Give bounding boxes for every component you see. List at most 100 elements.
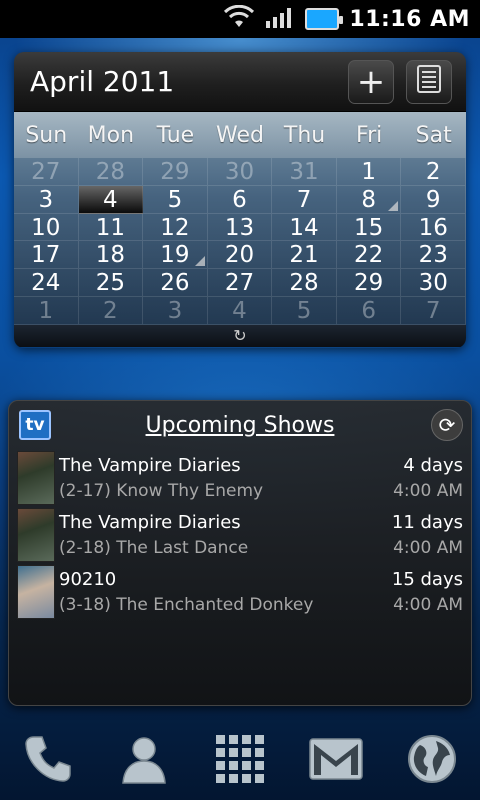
show-schedule: 11 days 4:00 AM xyxy=(392,512,463,558)
show-info: The Vampire Diaries (2-17) Know Thy Enem… xyxy=(59,455,393,501)
app-drawer-icon xyxy=(214,733,266,789)
calendar-day[interactable]: 22 xyxy=(336,241,402,270)
show-air-time: 4:00 AM xyxy=(393,480,463,501)
calendar-day[interactable]: 5 xyxy=(143,185,208,214)
upcoming-shows-widget[interactable]: tv Upcoming Shows ⟳ The Vampire Diaries … xyxy=(8,400,472,706)
calendar-body: Sun Mon Tue Wed Thu Fri Sat 27 28 29 30 … xyxy=(14,112,466,325)
show-info: The Vampire Diaries (2-18) The Last Danc… xyxy=(59,512,392,558)
calendar-day[interactable]: 9 xyxy=(401,185,466,214)
calendar-grid: 27 28 29 30 31 1 2 3 4 5 6 7 8 9 10 11 1… xyxy=(14,158,466,325)
calendar-day[interactable]: 4 xyxy=(207,296,273,325)
phone-button[interactable] xyxy=(18,731,78,791)
calendar-day[interactable]: 29 xyxy=(143,158,208,186)
show-name: 90210 xyxy=(59,568,117,590)
calendar-day-with-event[interactable]: 19 xyxy=(143,241,208,270)
calendar-day[interactable]: 3 xyxy=(143,296,208,325)
calendar-month-title[interactable]: April 2011 xyxy=(30,65,336,98)
show-air-time: 4:00 AM xyxy=(393,594,463,615)
calendar-day[interactable]: 26 xyxy=(143,269,208,297)
calendar-widget[interactable]: April 2011 + Sun Mon Tue Wed Thu Fri Sat… xyxy=(14,52,466,348)
calendar-day[interactable]: 16 xyxy=(401,213,466,242)
calendar-day[interactable]: 27 xyxy=(14,158,79,186)
show-name: The Vampire Diaries xyxy=(59,454,241,476)
shows-header: tv Upcoming Shows ⟳ xyxy=(9,401,471,449)
calendar-day[interactable]: 6 xyxy=(336,296,402,325)
app-drawer-button[interactable] xyxy=(210,731,270,791)
calendar-day[interactable]: 23 xyxy=(401,241,466,270)
show-info: 90210 (3-18) The Enchanted Donkey xyxy=(59,569,392,615)
calendar-day[interactable]: 10 xyxy=(14,213,79,242)
show-schedule: 4 days 4:00 AM xyxy=(393,455,463,501)
weekday-label: Fri xyxy=(356,122,383,148)
calendar-day[interactable]: 17 xyxy=(14,241,79,270)
plus-icon: + xyxy=(356,61,386,102)
battery-icon xyxy=(305,8,344,30)
weekday-label: Tue xyxy=(156,122,195,148)
add-event-button[interactable]: + xyxy=(348,59,394,104)
show-days-until: 11 days xyxy=(391,511,463,533)
calendar-day[interactable]: 7 xyxy=(401,296,466,325)
show-row[interactable]: The Vampire Diaries (2-18) The Last Danc… xyxy=(9,506,471,563)
calendar-day[interactable]: 3 xyxy=(14,185,79,214)
calendar-day[interactable]: 27 xyxy=(207,269,273,297)
list-icon xyxy=(417,64,441,99)
calendar-day[interactable]: 20 xyxy=(207,241,273,270)
calendar-day-today[interactable]: 4 xyxy=(78,185,144,214)
calendar-day[interactable]: 7 xyxy=(272,185,337,214)
mail-button[interactable] xyxy=(306,731,366,791)
status-bar: 11:16 AM xyxy=(0,0,480,38)
browser-button[interactable] xyxy=(402,731,462,791)
show-episode: (2-18) The Last Dance xyxy=(59,537,249,558)
calendar-day[interactable]: 25 xyxy=(78,269,144,297)
contacts-button[interactable] xyxy=(114,731,174,791)
calendar-day[interactable]: 2 xyxy=(401,158,466,186)
calendar-header: April 2011 + xyxy=(14,52,466,112)
calendar-day[interactable]: 2 xyxy=(78,296,144,325)
phone-icon xyxy=(22,733,74,789)
weekday-label: Thu xyxy=(283,122,326,148)
contacts-icon xyxy=(118,733,170,789)
status-time: 11:16 AM xyxy=(349,6,470,32)
show-episode: (2-17) Know Thy Enemy xyxy=(59,480,264,501)
calendar-day[interactable]: 1 xyxy=(336,158,402,186)
show-poster-thumbnail xyxy=(17,564,55,619)
calendar-day[interactable]: 14 xyxy=(272,213,337,242)
calendar-day[interactable]: 24 xyxy=(14,269,79,297)
refresh-icon: ⟳ xyxy=(438,413,456,437)
calendar-day[interactable]: 30 xyxy=(207,158,273,186)
agenda-view-button[interactable] xyxy=(406,59,452,104)
weekday-label: Wed xyxy=(216,122,264,148)
calendar-day[interactable]: 12 xyxy=(143,213,208,242)
calendar-day[interactable]: 21 xyxy=(272,241,337,270)
mail-icon xyxy=(308,736,364,786)
weekday-label: Mon xyxy=(87,122,135,148)
calendar-day[interactable]: 30 xyxy=(401,269,466,297)
browser-icon xyxy=(406,733,458,789)
calendar-day[interactable]: 1 xyxy=(14,296,79,325)
show-days-until: 15 days xyxy=(391,568,463,590)
calendar-day[interactable]: 5 xyxy=(272,296,337,325)
calendar-day[interactable]: 15 xyxy=(336,213,402,242)
shows-title[interactable]: Upcoming Shows xyxy=(9,413,471,438)
weekday-label: Sat xyxy=(415,122,452,148)
dock xyxy=(0,722,480,800)
refresh-button[interactable]: ⟳ xyxy=(431,409,463,441)
show-poster-thumbnail xyxy=(17,507,55,562)
calendar-day[interactable]: 28 xyxy=(78,158,144,186)
calendar-day-with-event[interactable]: 8 xyxy=(336,185,402,214)
calendar-day[interactable]: 18 xyxy=(78,241,144,270)
show-row[interactable]: The Vampire Diaries (2-17) Know Thy Enem… xyxy=(9,449,471,506)
show-days-until: 4 days xyxy=(403,454,463,476)
calendar-day[interactable]: 13 xyxy=(207,213,273,242)
sync-icon[interactable]: ↻ xyxy=(233,326,246,345)
show-schedule: 15 days 4:00 AM xyxy=(392,569,463,615)
show-episode: (3-18) The Enchanted Donkey xyxy=(59,594,314,615)
show-row[interactable]: 90210 (3-18) The Enchanted Donkey 15 day… xyxy=(9,563,471,620)
weekday-label: Sun xyxy=(25,122,68,148)
calendar-day[interactable]: 6 xyxy=(207,185,273,214)
calendar-day[interactable]: 28 xyxy=(272,269,337,297)
weekday-row: Sun Mon Tue Wed Thu Fri Sat xyxy=(14,112,466,158)
calendar-day[interactable]: 29 xyxy=(336,269,402,297)
calendar-day[interactable]: 31 xyxy=(272,158,337,186)
calendar-day[interactable]: 11 xyxy=(78,213,144,242)
